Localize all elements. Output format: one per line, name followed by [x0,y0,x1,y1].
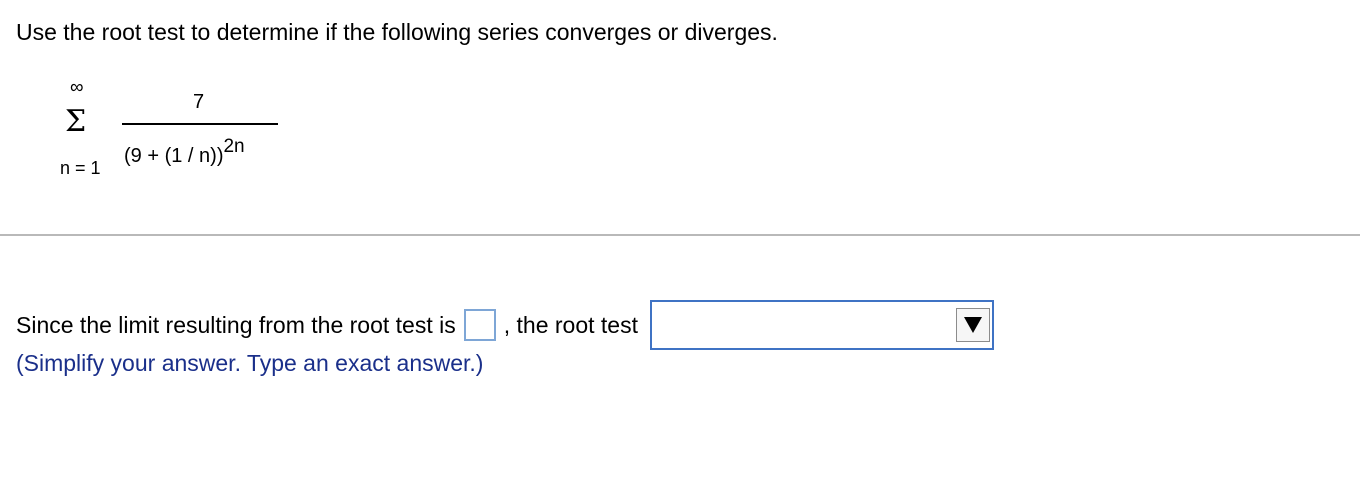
denominator-base: (9 + (1 / n)) [124,145,224,167]
series-expression: ∞ Σ n = 1 7 (9 + (1 / n))2n [60,78,300,188]
sum-lower-limit: n = 1 [60,158,101,178]
answer-middle-text: , the root test [503,312,638,338]
section-divider [0,234,1360,236]
triangle-down-icon [963,317,982,333]
dropdown-arrow-button[interactable] [955,308,990,342]
answer-prefix: Since the limit resulting from the root … [16,312,456,338]
fraction-denominator: (9 + (1 / n))2n [124,136,245,169]
limit-answer-input[interactable] [463,309,496,341]
conclusion-dropdown[interactable] [649,300,994,350]
denominator-exponent: 2n [223,136,245,157]
answer-hint: (Simplify your answer. Type an exact ans… [16,350,484,376]
fraction-bar [122,123,278,125]
question-text: Use the root test to determine if the fo… [16,19,778,45]
fraction-numerator: 7 [193,91,205,113]
answer-line: Since the limit resulting from the root … [16,300,994,350]
sum-upper-limit: ∞ [70,77,84,98]
sigma-symbol: Σ [65,104,87,139]
